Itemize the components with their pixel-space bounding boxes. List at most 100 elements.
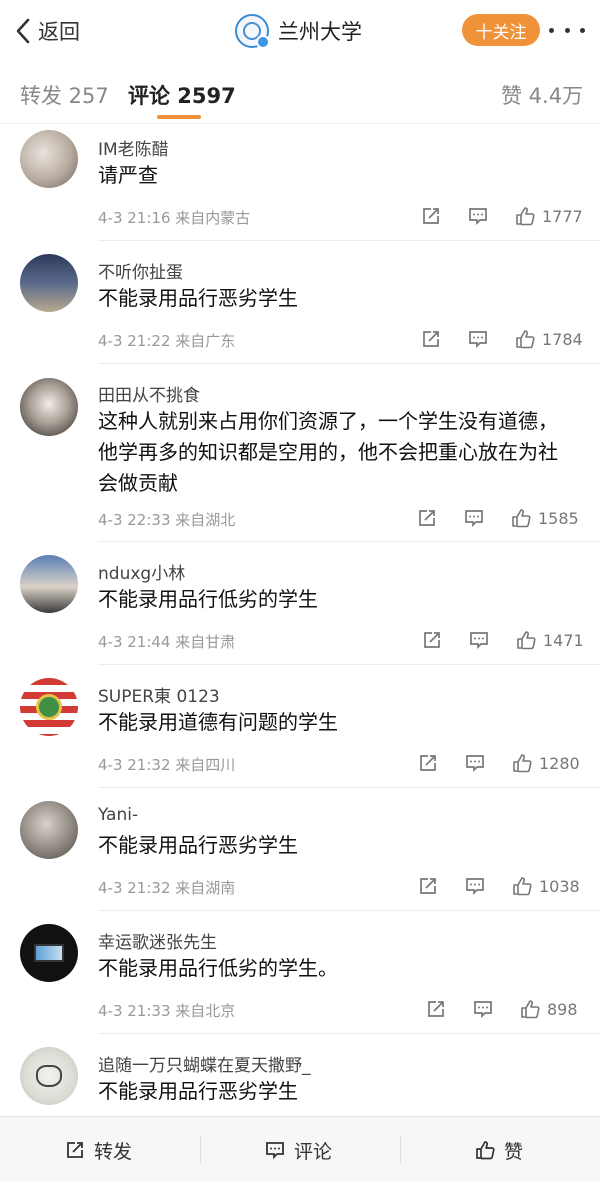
divider: [200, 1135, 201, 1163]
comment-meta: 4-3 21:32 来自四川: [98, 754, 235, 775]
like-icon[interactable]: [514, 205, 536, 227]
comment-icon[interactable]: [463, 507, 485, 529]
comment-meta: 4-3 22:33 来自湖北: [98, 509, 235, 530]
avatar[interactable]: [20, 254, 78, 312]
like-label: 赞: [504, 1140, 524, 1163]
comment-location: 来自北京: [175, 1002, 236, 1020]
comment-icon[interactable]: [467, 205, 489, 227]
share-icon[interactable]: [425, 998, 447, 1020]
like-icon[interactable]: [510, 507, 532, 529]
comment-label: 评论: [294, 1140, 333, 1163]
comment-actions: 1777: [420, 204, 583, 228]
comment-item: 幸运歌迷张先生 不能录用品行低劣的学生。 4-3 21:33 来自北京 898: [0, 911, 600, 1034]
comment-username[interactable]: SUPER東 0123: [98, 682, 220, 707]
comment-text: 请严查: [98, 163, 158, 187]
comment-time: 4-3 21:32: [98, 756, 171, 774]
comment-text: 不能录用品行恶劣学生: [98, 1079, 298, 1103]
comment-actions: 1585: [416, 506, 579, 530]
back-arrow-icon: [16, 18, 30, 44]
share-icon[interactable]: [420, 328, 442, 350]
share-icon[interactable]: [417, 752, 439, 774]
back-label: 返回: [38, 20, 80, 44]
comment-location: 来自湖北: [175, 511, 236, 529]
comment-icon[interactable]: [467, 328, 489, 350]
like-count: 898: [547, 999, 578, 1019]
like-count: 1280: [539, 753, 580, 773]
comment-username[interactable]: nduxg小林: [98, 559, 185, 584]
like-button[interactable]: 赞: [474, 1136, 523, 1164]
share-icon[interactable]: [417, 875, 439, 897]
avatar[interactable]: [20, 130, 78, 188]
comment-text: 不能录用品行低劣的学生: [98, 587, 318, 611]
comment-icon: [266, 1142, 284, 1160]
comment-time: 4-3 21:22: [98, 332, 171, 350]
avatar[interactable]: [20, 555, 78, 613]
share-icon[interactable]: [421, 629, 443, 651]
comment-username[interactable]: 幸运歌迷张先生: [98, 928, 217, 953]
comment-item: 田田从不挑食 这种人就别来占用你们资源了，一个学生没有道德，他学再多的知识都是空…: [0, 364, 600, 542]
comment-username[interactable]: Yani-: [98, 805, 138, 825]
share-icon[interactable]: [420, 205, 442, 227]
comment-meta: 4-3 21:44 来自甘肃: [98, 631, 235, 652]
comment-time: 4-3 21:32: [98, 879, 171, 897]
comment-username[interactable]: IM老陈醋: [98, 135, 169, 160]
comment-item: IM老陈醋 请严查 4-3 21:16 来自内蒙古 1777: [0, 124, 600, 241]
avatar[interactable]: [20, 924, 78, 982]
like-count: 1784: [542, 329, 583, 349]
account-title[interactable]: 兰州大学: [235, 14, 362, 49]
like-icon[interactable]: [511, 875, 533, 897]
comment-item: Yani- 不能录用品行恶劣学生 4-3 21:32 来自湖南 1038: [0, 788, 600, 911]
comment-username[interactable]: 追随一万只蝴蝶在夏天撒野_: [98, 1051, 311, 1076]
like-icon[interactable]: [514, 328, 536, 350]
comment-text: 不能录用道德有问题的学生: [98, 710, 338, 734]
like-count: 1777: [542, 206, 583, 226]
comment-button[interactable]: 评论: [264, 1136, 332, 1164]
avatar[interactable]: [20, 1047, 78, 1105]
comment-text: 不能录用品行恶劣学生: [98, 286, 298, 310]
tab-repost[interactable]: 转发 257: [20, 80, 109, 110]
repost-label: 转发: [94, 1140, 133, 1163]
like-icon[interactable]: [515, 629, 537, 651]
comment-item: 不听你扯蛋 不能录用品行恶劣学生 4-3 21:22 来自广东 1784: [0, 241, 600, 364]
university-logo: [235, 14, 270, 49]
comment-item: 追随一万只蝴蝶在夏天撒野_ 不能录用品行恶劣学生: [0, 1034, 600, 1116]
tab-like[interactable]: 赞 4.4万: [501, 80, 583, 110]
comment-actions: 1280: [417, 751, 580, 775]
like-count: 1585: [538, 508, 579, 528]
like-icon[interactable]: [511, 752, 533, 774]
comment-time: 4-3 21:16: [98, 209, 171, 227]
comment-icon[interactable]: [464, 875, 486, 897]
back-button[interactable]: 返回: [14, 14, 80, 48]
comment-username[interactable]: 田田从不挑食: [98, 381, 200, 406]
active-tab-indicator: [157, 115, 201, 119]
divider: [400, 1135, 401, 1163]
comment-meta: 4-3 21:32 来自湖南: [98, 877, 235, 898]
avatar[interactable]: [20, 378, 78, 436]
comment-meta: 4-3 21:16 来自内蒙古: [98, 207, 250, 228]
more-dots-icon[interactable]: [549, 24, 585, 36]
comment-meta: 4-3 21:33 来自北京: [98, 1000, 235, 1021]
comment-icon[interactable]: [472, 998, 494, 1020]
comment-time: 4-3 21:44: [98, 633, 171, 651]
tab-comment[interactable]: 评论 2597: [128, 80, 236, 110]
avatar[interactable]: [20, 678, 78, 736]
tab-bar: 转发 257 评论 2597 赞 4.4万: [0, 62, 600, 124]
comment-item: nduxg小林 不能录用品行低劣的学生 4-3 21:44 来自甘肃 1471: [0, 542, 600, 665]
comment-username[interactable]: 不听你扯蛋: [98, 258, 183, 283]
comment-icon[interactable]: [464, 752, 486, 774]
comment-icon[interactable]: [468, 629, 490, 651]
page-title: 兰州大学: [278, 20, 362, 44]
top-nav-bar: 返回 兰州大学 十关注: [0, 0, 600, 62]
repost-button[interactable]: 转发: [64, 1136, 132, 1164]
comment-location: 来自内蒙古: [175, 209, 251, 227]
share-icon[interactable]: [416, 507, 438, 529]
comment-time: 4-3 21:33: [98, 1002, 171, 1020]
comment-time: 4-3 22:33: [98, 511, 171, 529]
avatar[interactable]: [20, 801, 78, 859]
comment-actions: 898: [425, 997, 578, 1021]
comment-location: 来自四川: [175, 756, 236, 774]
follow-button[interactable]: 十关注: [462, 14, 540, 46]
like-icon[interactable]: [519, 998, 541, 1020]
comment-location: 来自甘肃: [175, 633, 236, 651]
comment-text: 这种人就别来占用你们资源了，一个学生没有道德，他学再多的知识都是空用的，他不会把…: [98, 409, 558, 495]
